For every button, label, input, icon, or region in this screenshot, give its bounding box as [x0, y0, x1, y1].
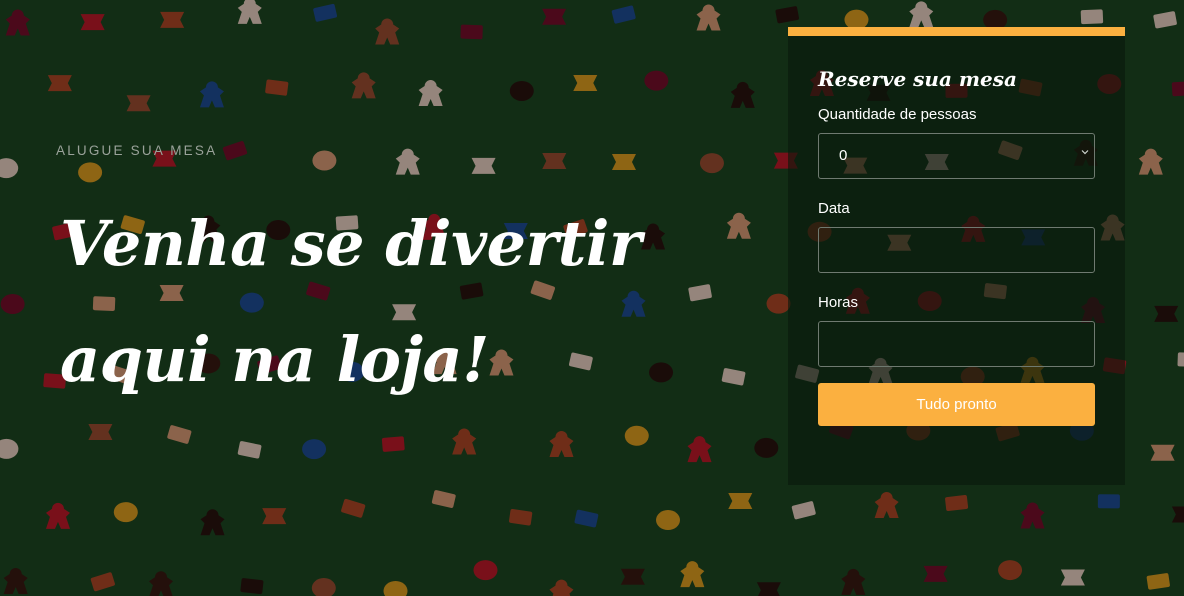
- people-select[interactable]: 0: [818, 133, 1095, 179]
- reservation-title: Reserve sua mesa: [818, 67, 1018, 91]
- reservation-form: Reserve sua mesa Quantidade de pessoas 0…: [788, 27, 1125, 485]
- hero-section: ALUGUE SUA MESA Venha se divertir aqui n…: [0, 0, 1184, 596]
- hours-input[interactable]: [819, 322, 1094, 366]
- chevron-down-icon: [1081, 150, 1089, 155]
- date-input[interactable]: [819, 228, 1094, 272]
- date-label: Data: [818, 200, 850, 217]
- hero-headline: Venha se divertir aqui na loja!: [60, 186, 700, 418]
- hero-headline-line-1: Venha se divertir: [60, 207, 642, 280]
- hero-eyebrow: ALUGUE SUA MESA: [56, 143, 218, 158]
- hours-label: Horas: [818, 294, 859, 311]
- people-label: Quantidade de pessoas: [818, 106, 977, 123]
- hero-headline-line-2: aqui na loja!: [60, 323, 489, 396]
- submit-button[interactable]: Tudo pronto: [818, 383, 1095, 426]
- people-select-value: 0: [839, 147, 848, 164]
- date-field-wrapper: [818, 227, 1095, 273]
- hours-field-wrapper: [818, 321, 1095, 367]
